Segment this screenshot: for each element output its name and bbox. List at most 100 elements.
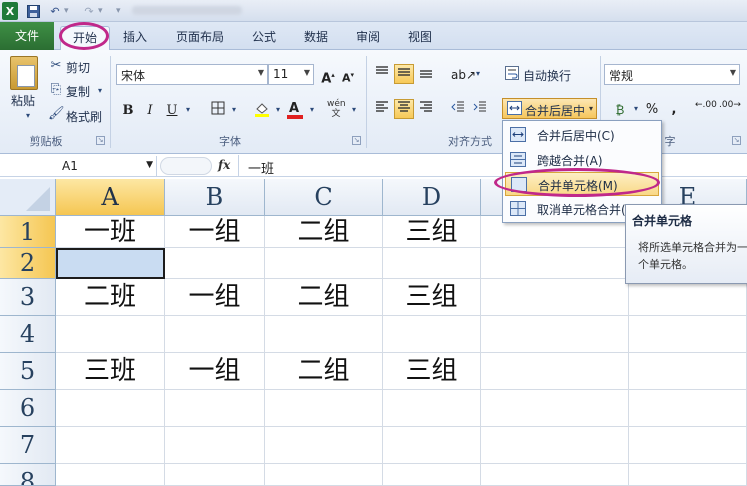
cell-d7[interactable] bbox=[383, 427, 481, 464]
cell-f3[interactable] bbox=[629, 279, 747, 316]
cell-b7[interactable] bbox=[165, 427, 265, 464]
paste-button[interactable]: 粘贴 bbox=[11, 92, 35, 109]
menu-item-merge-center[interactable]: 合并后居中(C) bbox=[505, 123, 659, 147]
font-size-combo[interactable]: 11 ▼ bbox=[268, 64, 314, 85]
cell-d6[interactable] bbox=[383, 390, 481, 427]
cell-d2[interactable] bbox=[383, 248, 481, 279]
wrap-text-button[interactable]: 自动换行 bbox=[523, 67, 571, 84]
cell-e8[interactable] bbox=[481, 464, 629, 486]
cell-d5[interactable]: 三组 bbox=[383, 353, 481, 390]
phonetic-icon[interactable]: wén 文 bbox=[326, 98, 346, 119]
align-center-icon[interactable] bbox=[394, 99, 414, 119]
increase-indent-icon[interactable] bbox=[470, 99, 490, 119]
cell-a8[interactable] bbox=[56, 464, 165, 486]
cell-c2[interactable] bbox=[265, 248, 383, 279]
undo-dropdown-icon[interactable]: ▾ bbox=[64, 2, 69, 20]
column-header-d[interactable]: D bbox=[383, 179, 481, 216]
bold-button[interactable]: B bbox=[118, 100, 138, 120]
tab-home[interactable]: 开始 bbox=[60, 26, 110, 51]
tab-file[interactable]: 文件 bbox=[0, 22, 54, 50]
cell-b8[interactable] bbox=[165, 464, 265, 486]
decrease-decimal-icon[interactable]: .00→ bbox=[718, 99, 741, 119]
row-header-1[interactable]: 1 bbox=[0, 216, 56, 248]
cell-c4[interactable] bbox=[265, 316, 383, 353]
merge-dropdown-icon[interactable]: ▾ bbox=[583, 101, 599, 117]
row-header-3[interactable]: 3 bbox=[0, 279, 56, 316]
cell-c7[interactable] bbox=[265, 427, 383, 464]
font-name-combo[interactable]: 宋体 ▼ bbox=[116, 64, 268, 85]
tab-view[interactable]: 视图 bbox=[404, 26, 436, 48]
align-top-icon[interactable] bbox=[372, 64, 392, 84]
paste-icon[interactable] bbox=[10, 56, 38, 90]
cell-a1[interactable]: 一班 bbox=[56, 216, 165, 248]
cell-d4[interactable] bbox=[383, 316, 481, 353]
name-box[interactable]: A1 ▼ bbox=[0, 156, 157, 176]
cut-button[interactable]: 剪切 bbox=[66, 59, 90, 76]
currency-icon[interactable]: ₿ bbox=[610, 99, 630, 119]
decrease-indent-icon[interactable] bbox=[448, 99, 468, 119]
customize-toolbar-icon[interactable]: ▾ bbox=[116, 2, 121, 20]
cell-b4[interactable] bbox=[165, 316, 265, 353]
cell-c1[interactable]: 二组 bbox=[265, 216, 383, 248]
cell-e7[interactable] bbox=[481, 427, 629, 464]
cell-a6[interactable] bbox=[56, 390, 165, 427]
cell-d8[interactable] bbox=[383, 464, 481, 486]
column-header-a[interactable]: A bbox=[56, 179, 165, 216]
underline-button[interactable]: U bbox=[162, 100, 182, 120]
cell-b3[interactable]: 一组 bbox=[165, 279, 265, 316]
clipboard-launcher-icon[interactable]: ↘ bbox=[96, 136, 105, 145]
tab-insert[interactable]: 插入 bbox=[118, 26, 152, 48]
cell-c8[interactable] bbox=[265, 464, 383, 486]
comma-button[interactable]: , bbox=[664, 99, 684, 119]
grow-font-icon[interactable]: A▴ bbox=[318, 64, 338, 86]
align-bottom-icon[interactable] bbox=[416, 64, 436, 84]
number-format-combo[interactable]: 常规 ▼ bbox=[604, 64, 740, 85]
cell-e2[interactable] bbox=[481, 248, 629, 279]
font-launcher-icon[interactable]: ↘ bbox=[352, 136, 361, 145]
cell-d1[interactable]: 三组 bbox=[383, 216, 481, 248]
cell-b6[interactable] bbox=[165, 390, 265, 427]
font-color-dropdown-icon[interactable]: ▾ bbox=[304, 102, 320, 118]
cell-c6[interactable] bbox=[265, 390, 383, 427]
underline-dropdown-icon[interactable]: ▾ bbox=[180, 102, 196, 118]
tab-page-layout[interactable]: 页面布局 bbox=[172, 26, 228, 48]
copy-dropdown-icon[interactable]: ▾ bbox=[92, 83, 108, 99]
paste-dropdown-icon[interactable]: ▾ bbox=[20, 108, 36, 124]
column-header-b[interactable]: B bbox=[165, 179, 265, 216]
tab-review[interactable]: 审阅 bbox=[352, 26, 384, 48]
merge-center-button[interactable]: 合并后居中 ▾ bbox=[502, 98, 597, 119]
align-left-icon[interactable] bbox=[372, 99, 392, 119]
undo-icon[interactable]: ↶ bbox=[48, 2, 62, 20]
cell-f5[interactable] bbox=[629, 353, 747, 390]
copy-button[interactable]: 复制 bbox=[66, 83, 90, 100]
cell-b2[interactable] bbox=[165, 248, 265, 279]
shrink-font-icon[interactable]: A▾ bbox=[338, 64, 358, 85]
formula-input[interactable]: 一班 bbox=[248, 158, 274, 177]
cell-e3[interactable] bbox=[481, 279, 629, 316]
font-color-button[interactable]: A bbox=[284, 98, 304, 119]
cell-f7[interactable] bbox=[629, 427, 747, 464]
cell-e4[interactable] bbox=[481, 316, 629, 353]
save-icon[interactable] bbox=[26, 2, 40, 20]
align-right-icon[interactable] bbox=[416, 99, 436, 119]
increase-decimal-icon[interactable]: ←.00 bbox=[694, 99, 717, 119]
insert-function-icon[interactable]: fx bbox=[218, 158, 230, 172]
cell-c5[interactable]: 二组 bbox=[265, 353, 383, 390]
cell-a5[interactable]: 三班 bbox=[56, 353, 165, 390]
borders-icon[interactable] bbox=[208, 100, 228, 120]
select-all-corner[interactable] bbox=[0, 179, 56, 216]
format-painter-button[interactable]: 格式刷 bbox=[66, 108, 102, 125]
tab-data[interactable]: 数据 bbox=[300, 26, 332, 48]
cell-f4[interactable] bbox=[629, 316, 747, 353]
phonetic-dropdown-icon[interactable]: ▾ bbox=[346, 102, 362, 118]
number-launcher-icon[interactable]: ↘ bbox=[732, 136, 741, 145]
row-header-8[interactable]: 8 bbox=[0, 464, 56, 486]
row-header-7[interactable]: 7 bbox=[0, 427, 56, 464]
percent-button[interactable]: % bbox=[642, 99, 662, 119]
cell-c3[interactable]: 二组 bbox=[265, 279, 383, 316]
fill-color-icon[interactable] bbox=[252, 100, 272, 120]
cell-e6[interactable] bbox=[481, 390, 629, 427]
row-header-2[interactable]: 2 bbox=[0, 248, 56, 279]
cell-f8[interactable] bbox=[629, 464, 747, 486]
cell-a4[interactable] bbox=[56, 316, 165, 353]
